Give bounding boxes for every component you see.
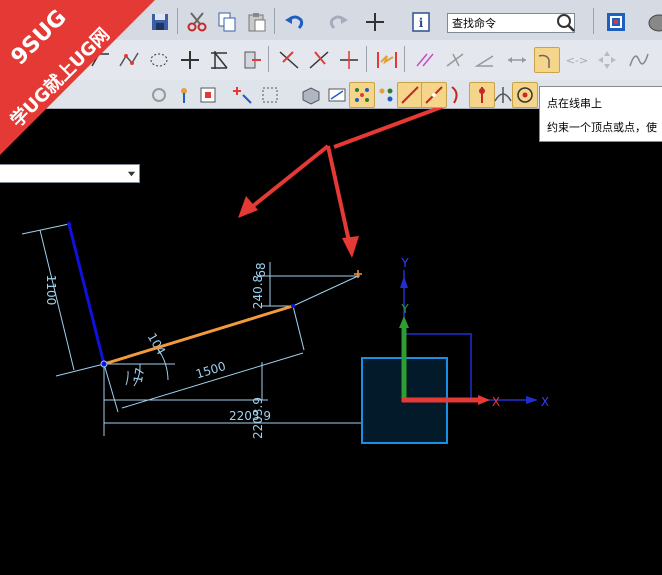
sketch-line-vertical[interactable]	[67, 223, 106, 365]
command-search-text: 查找命令	[452, 17, 496, 30]
fillet-icon[interactable]	[276, 47, 302, 73]
dimension-1100: 1100	[44, 275, 58, 306]
dimension-angle-17: 17	[131, 367, 147, 384]
line-icon[interactable]	[397, 82, 423, 108]
sketch-origin-point[interactable]	[100, 360, 108, 368]
wcs-x-label: X	[492, 395, 500, 409]
points-display-icon[interactable]	[373, 82, 399, 108]
point-icon[interactable]	[177, 47, 203, 73]
make-corner-icon[interactable]	[374, 47, 400, 73]
graphics-window[interactable]: 1100 1500 104 17 2203.9 2203.9 68 240.8 …	[0, 108, 662, 575]
wcs-y-label: Y	[400, 302, 409, 316]
constraint-display-icon[interactable]	[349, 82, 375, 108]
cut-icon[interactable]	[184, 9, 210, 35]
copy-icon[interactable]	[214, 9, 240, 35]
snap-to-point-icon[interactable]	[230, 82, 256, 108]
datum-x-label: X	[541, 395, 549, 409]
paste-icon[interactable]	[244, 9, 270, 35]
curve-icon[interactable]	[445, 82, 471, 108]
point-on-string-icon[interactable]	[534, 47, 560, 73]
cross-icon[interactable]	[362, 9, 388, 35]
site-watermark: 9SUG 学UG就上UG网	[0, 0, 155, 155]
window-select-icon[interactable]	[258, 82, 284, 108]
sketch-endpoint[interactable]	[291, 304, 295, 308]
svg-text:<->: <->	[566, 54, 588, 67]
trim-icon[interactable]	[206, 47, 232, 73]
rect-select-icon[interactable]	[196, 82, 222, 108]
tangent-icon[interactable]	[626, 47, 652, 73]
fit-view-icon[interactable]	[603, 9, 629, 35]
arc-icon[interactable]	[421, 82, 447, 108]
search-icon[interactable]	[553, 10, 575, 32]
show-constraints-icon[interactable]	[324, 82, 350, 108]
perpendicular-constraint-icon[interactable]	[442, 47, 468, 73]
equal-icon[interactable]	[594, 47, 620, 73]
horizontal-constraint-icon[interactable]	[504, 47, 530, 73]
annotation-arrows	[238, 108, 445, 258]
chamfer-icon[interactable]	[306, 47, 332, 73]
dimension-vertical: 2203.9	[251, 397, 265, 439]
solid-view-icon[interactable]	[298, 82, 324, 108]
angle-constraint-icon[interactable]	[472, 47, 498, 73]
symmetric-icon[interactable]: <->	[564, 47, 590, 73]
undo-icon[interactable]	[282, 9, 308, 35]
center-point-icon[interactable]	[512, 82, 538, 108]
svg-text:i: i	[419, 16, 424, 30]
extend-icon[interactable]	[336, 47, 362, 73]
redo-icon[interactable]	[325, 9, 351, 35]
parallel-constraint-icon[interactable]	[412, 47, 438, 73]
shaded-view-icon[interactable]	[644, 9, 662, 35]
datum-y-label: Y	[400, 256, 409, 270]
sketch-line-selected[interactable]	[103, 304, 294, 366]
info-icon[interactable]: i	[408, 9, 434, 35]
dimension-height: 240.8	[251, 275, 265, 309]
watermark-triangle	[0, 0, 155, 155]
sketch-endpoint[interactable]	[67, 222, 71, 226]
corner-icon[interactable]	[238, 47, 264, 73]
